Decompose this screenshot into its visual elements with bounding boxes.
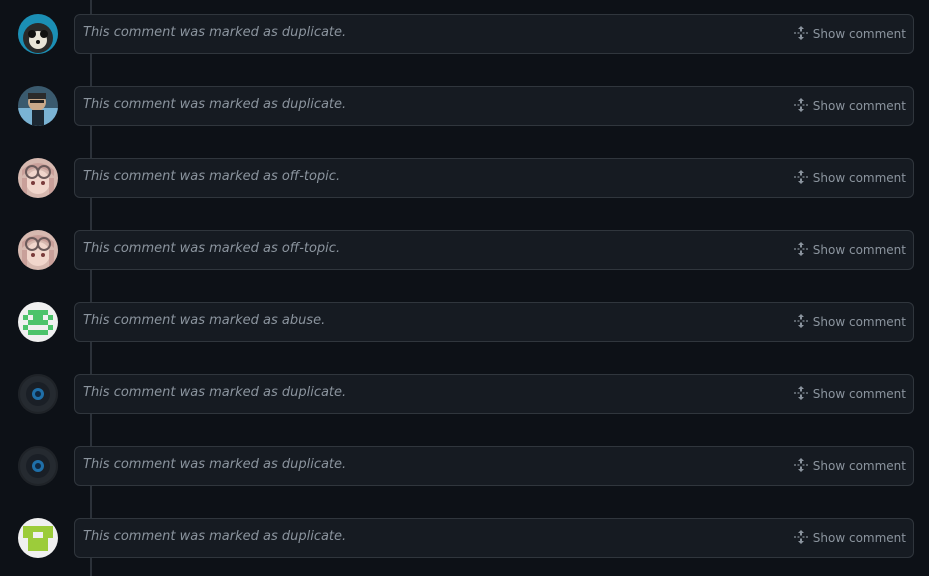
user-avatar[interactable] [18, 518, 58, 558]
show-comment-label: Show comment [812, 459, 906, 473]
user-avatar[interactable] [18, 158, 58, 198]
show-comment-button[interactable]: Show comment [793, 241, 906, 259]
minimized-comment-box: This comment was marked as duplicate. Sh… [74, 446, 914, 486]
minimized-comment: This comment was marked as duplicate. Sh… [0, 86, 929, 126]
minimized-comment-box: This comment was marked as duplicate. Sh… [74, 86, 914, 126]
show-comment-label: Show comment [812, 243, 906, 257]
unfold-icon [793, 457, 813, 476]
user-avatar[interactable] [18, 302, 58, 342]
minimized-comment: This comment was marked as abuse. Show c… [0, 302, 929, 342]
unfold-icon [793, 97, 813, 116]
show-comment-label: Show comment [812, 315, 906, 329]
minimized-comment-reason: This comment was marked as abuse. [83, 313, 326, 328]
comment-timeline: This comment was marked as duplicate. Sh… [0, 0, 929, 576]
minimized-comment-reason: This comment was marked as duplicate. [83, 457, 347, 472]
unfold-icon [793, 313, 813, 332]
minimized-comment-box: This comment was marked as off-topic. Sh… [74, 230, 914, 270]
user-avatar[interactable] [18, 230, 58, 270]
show-comment-button[interactable]: Show comment [793, 457, 906, 475]
minimized-comment: This comment was marked as duplicate. Sh… [0, 14, 929, 54]
minimized-comment: This comment was marked as duplicate. Sh… [0, 374, 929, 414]
minimized-comment-box: This comment was marked as off-topic. Sh… [74, 158, 914, 198]
minimized-comment: This comment was marked as duplicate. Sh… [0, 518, 929, 558]
minimized-comment: This comment was marked as off-topic. Sh… [0, 230, 929, 270]
unfold-icon [793, 169, 813, 188]
show-comment-button[interactable]: Show comment [793, 313, 906, 331]
minimized-comment: This comment was marked as duplicate. Sh… [0, 446, 929, 486]
minimized-comment: This comment was marked as off-topic. Sh… [0, 158, 929, 198]
minimized-comment-reason: This comment was marked as duplicate. [83, 25, 347, 40]
minimized-comment-box: This comment was marked as duplicate. Sh… [74, 374, 914, 414]
unfold-icon [793, 529, 813, 548]
show-comment-label: Show comment [812, 531, 906, 545]
show-comment-button[interactable]: Show comment [793, 385, 906, 403]
show-comment-button[interactable]: Show comment [793, 169, 906, 187]
minimized-comment-reason: This comment was marked as duplicate. [83, 385, 347, 400]
show-comment-label: Show comment [812, 27, 906, 41]
minimized-comment-box: This comment was marked as duplicate. Sh… [74, 518, 914, 558]
user-avatar[interactable] [18, 446, 58, 486]
show-comment-button[interactable]: Show comment [793, 25, 906, 43]
show-comment-label: Show comment [812, 387, 906, 401]
minimized-comment-reason: This comment was marked as duplicate. [83, 529, 347, 544]
minimized-comment-box: This comment was marked as abuse. Show c… [74, 302, 914, 342]
user-avatar[interactable] [18, 86, 58, 126]
show-comment-label: Show comment [812, 171, 906, 185]
user-avatar[interactable] [18, 14, 58, 54]
unfold-icon [793, 385, 813, 404]
show-comment-label: Show comment [812, 99, 906, 113]
minimized-comment-box: This comment was marked as duplicate. Sh… [74, 14, 914, 54]
minimized-comment-reason: This comment was marked as duplicate. [83, 97, 347, 112]
unfold-icon [793, 25, 813, 44]
minimized-comment-reason: This comment was marked as off-topic. [83, 169, 341, 184]
minimized-comment-reason: This comment was marked as off-topic. [83, 241, 341, 256]
unfold-icon [793, 241, 813, 260]
show-comment-button[interactable]: Show comment [793, 529, 906, 547]
user-avatar[interactable] [18, 374, 58, 414]
show-comment-button[interactable]: Show comment [793, 97, 906, 115]
